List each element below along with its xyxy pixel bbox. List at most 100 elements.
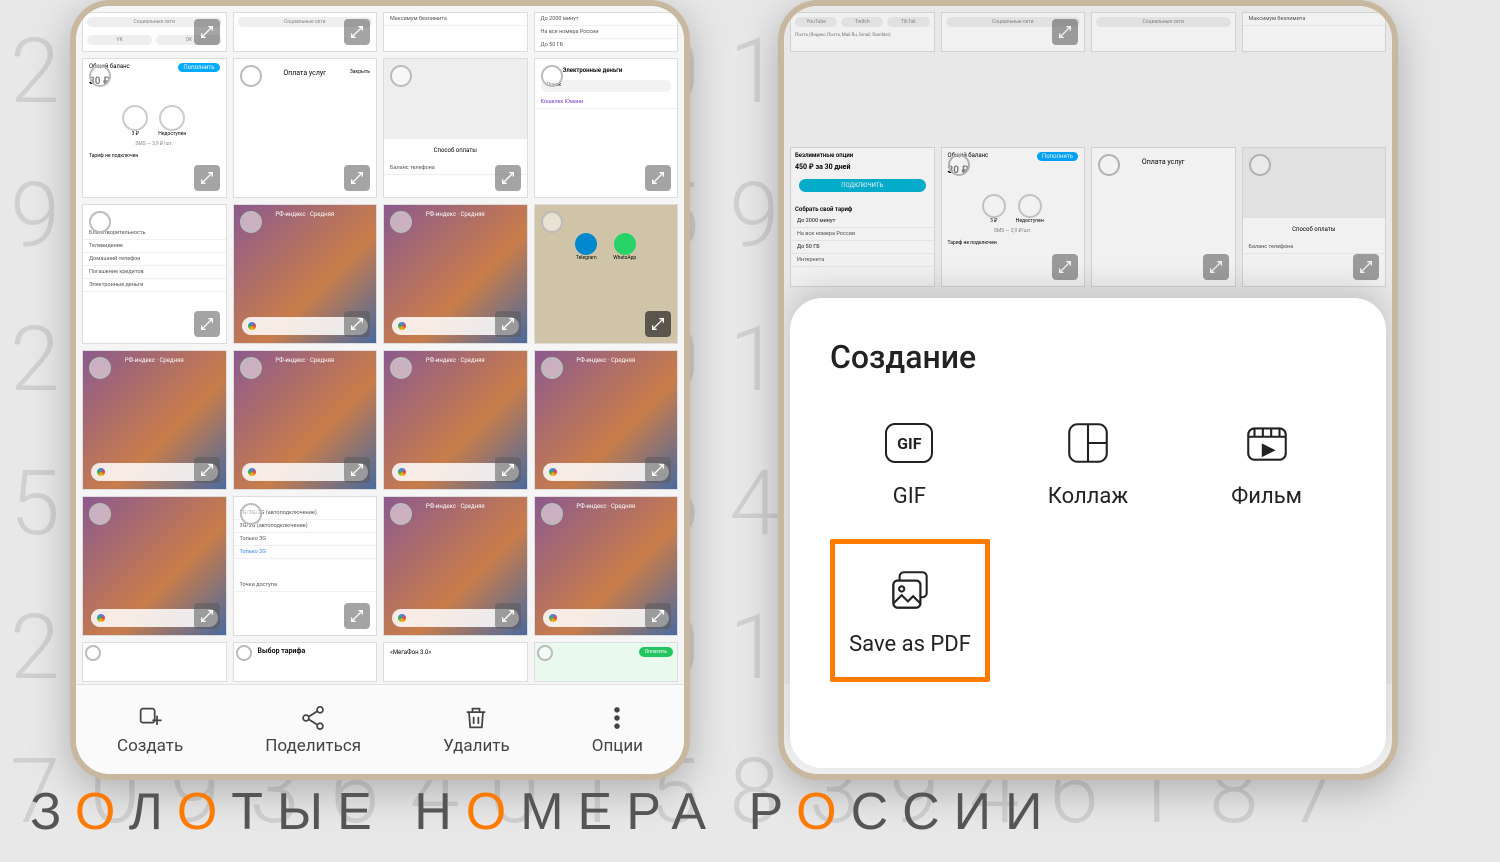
label: Погашение кредитов [83, 266, 226, 279]
thumb[interactable]: РФ-индекс · Средняя [383, 350, 528, 490]
thumb[interactable]: Благотворительность Телевидение Домашний… [82, 204, 227, 344]
create-film-button[interactable]: Фильм [1187, 416, 1347, 509]
expand-icon[interactable] [344, 457, 370, 483]
label: Точки доступа [234, 579, 377, 592]
expand-icon[interactable] [344, 603, 370, 629]
thumb[interactable]: До 2000 минут На все номера России До 50… [534, 12, 679, 52]
thumb[interactable]: РФ-индекс · Средняя [82, 350, 227, 490]
delete-button[interactable]: Удалить [443, 704, 510, 756]
selection-circle[interactable] [240, 211, 262, 233]
label: «МегаФон 3.0» [384, 643, 527, 662]
thumb[interactable] [82, 496, 227, 636]
selection-circle[interactable] [240, 65, 262, 87]
thumb[interactable]: «МегаФон 3.0» [383, 642, 528, 682]
label: Домашний телефон [83, 253, 226, 266]
thumb[interactable]: РФ-индекс · Средняя [383, 204, 528, 344]
thumb[interactable]: Социальные сети [233, 12, 378, 52]
selection-circle[interactable] [541, 65, 563, 87]
sheet-row-1: GIF GIF Коллаж Фильм [820, 416, 1356, 509]
expand-icon[interactable] [194, 603, 220, 629]
label: GIF [893, 484, 926, 509]
expand-icon[interactable] [495, 165, 521, 191]
expand-icon[interactable] [194, 165, 220, 191]
share-button[interactable]: Поделиться [265, 704, 361, 756]
selection-circle[interactable] [89, 211, 111, 233]
selection-circle[interactable] [390, 357, 412, 379]
label: Поделиться [265, 736, 361, 756]
selection-circle[interactable] [240, 503, 262, 525]
create-collage-button[interactable]: Коллаж [1008, 416, 1168, 509]
label: Оплатить [639, 647, 673, 657]
selection-circle[interactable] [541, 503, 563, 525]
create-button[interactable]: Создать [117, 704, 183, 756]
film-icon [1240, 416, 1294, 470]
label: Выбор тарифа [234, 643, 377, 659]
expand-icon[interactable] [344, 19, 370, 45]
selection-circle[interactable] [89, 65, 111, 87]
thumb[interactable]: РФ-индекс · Средняя [233, 350, 378, 490]
thumb[interactable] [82, 642, 227, 682]
thumb[interactable]: 3G/3G/2G (автоподключение) 3G/2G (автопо… [233, 496, 378, 636]
label: Только 3G [234, 533, 377, 546]
expand-icon[interactable] [495, 603, 521, 629]
create-gif-button[interactable]: GIF GIF [829, 416, 989, 509]
label: Пополнить [178, 63, 219, 72]
phone-right: YouTubeTwitchTikTok Почта (Яндекс.Почта,… [778, 0, 1398, 780]
thumb[interactable]: Оплата услуг Закрыть [233, 58, 378, 198]
selection-circle[interactable] [537, 645, 553, 661]
sheet-row-2: Save as PDF [820, 539, 1356, 682]
save-as-pdf-button[interactable]: Save as PDF [830, 539, 990, 682]
expand-icon[interactable] [194, 19, 220, 45]
label: Максимум безлимита [384, 13, 527, 26]
expand-icon[interactable] [645, 165, 671, 191]
thumb[interactable]: РФ-индекс · Средняя [534, 350, 679, 490]
label: Опции [592, 736, 643, 756]
expand-icon[interactable] [194, 311, 220, 337]
sheet-title: Создание [820, 338, 1356, 376]
thumb[interactable]: Способ оплаты Баланс телефона [383, 58, 528, 198]
thumb[interactable]: Оплатить [534, 642, 679, 682]
label: Способ оплаты [384, 139, 527, 162]
thumb[interactable]: Telegram WhatsApp [534, 204, 679, 344]
thumb[interactable]: Максимум безлимита [383, 12, 528, 52]
label: На все номера России [535, 26, 678, 39]
selection-circle[interactable] [89, 503, 111, 525]
selection-circle[interactable] [240, 357, 262, 379]
selection-circle[interactable] [390, 211, 412, 233]
selection-circle[interactable] [390, 65, 412, 87]
expand-icon[interactable] [495, 311, 521, 337]
label: Телевидение [83, 240, 226, 253]
expand-icon[interactable] [645, 311, 671, 337]
selection-circle[interactable] [390, 503, 412, 525]
label: Электронные деньги [83, 279, 226, 292]
create-sheet: Создание GIF GIF Коллаж Фильм [790, 298, 1386, 768]
expand-icon[interactable] [645, 603, 671, 629]
expand-icon[interactable] [194, 457, 220, 483]
selection-circle[interactable] [541, 357, 563, 379]
selection-circle[interactable] [89, 357, 111, 379]
gallery-grid-left: Социальные сети VKOK Социальные сети Мак… [76, 6, 684, 684]
thumb[interactable]: РФ-индекс · Средняя [534, 496, 679, 636]
label: До 2000 минут [535, 13, 678, 26]
thumb[interactable]: Социальные сети VKOK [82, 12, 227, 52]
expand-icon[interactable] [344, 165, 370, 191]
thumb[interactable]: РФ-индекс · Средняя [233, 204, 378, 344]
expand-icon[interactable] [645, 457, 671, 483]
selection-circle[interactable] [541, 211, 563, 233]
options-button[interactable]: Опции [592, 704, 643, 756]
label: Закрыть [350, 69, 370, 75]
expand-icon[interactable] [344, 311, 370, 337]
label: Тариф не подключен [83, 147, 226, 165]
thumb[interactable]: РФ-индекс · Средняя [383, 496, 528, 636]
label: Только 2G [234, 546, 377, 559]
label: Создать [117, 736, 183, 756]
thumb[interactable]: Электронные деньги Поиск Кошелек Юмани [534, 58, 679, 198]
selection-circle[interactable] [85, 645, 101, 661]
thumb[interactable]: Выбор тарифа [233, 642, 378, 682]
thumb[interactable]: Общий балансПополнить 30 ₽ 3 ₽ Недоступе… [82, 58, 227, 198]
expand-icon[interactable] [495, 457, 521, 483]
bottom-toolbar: Создать Поделиться Удалить Опции [76, 684, 684, 774]
label: До 50 ГБ [535, 39, 678, 52]
label: Недоступен [158, 131, 186, 137]
selection-circle[interactable] [236, 645, 252, 661]
